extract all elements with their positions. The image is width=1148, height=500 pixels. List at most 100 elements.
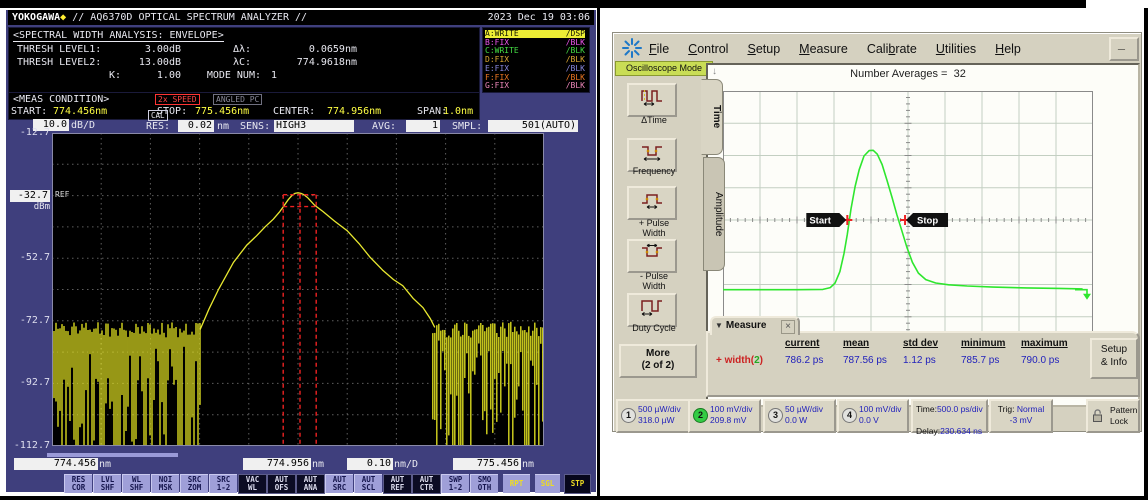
- cal-badge: CAL: [148, 110, 168, 121]
- trace-mode: /BLK: [565, 63, 585, 73]
- minus-pulse-width-icon: [642, 243, 662, 257]
- timebase-button[interactable]: Time:500.0 ps/div Delay:230.634 ns: [911, 399, 988, 436]
- softkey-aut-scl[interactable]: AUT SCL: [354, 474, 382, 493]
- softkey-sgl[interactable]: SGL: [535, 474, 560, 493]
- screenshot-canvas: YOKOGAWA◆ // AQ6370D OPTICAL SPECTRUM AN…: [0, 0, 1148, 500]
- channel-scale-readout: 500 µW/div 318.0 µW: [638, 404, 681, 425]
- measure-col-header: current: [785, 338, 820, 349]
- softkey-aut-ofs[interactable]: AUT OFS: [267, 474, 296, 494]
- duty-cycle-icon: [641, 300, 662, 316]
- width-measurement-label: + width(2): [716, 355, 763, 366]
- delay-label: Delay:: [916, 426, 941, 436]
- softkey-stp[interactable]: STP: [564, 474, 591, 494]
- pattern-lock-button[interactable]: Pattern Lock: [1086, 399, 1140, 433]
- softkey-vac-wl[interactable]: VAC WL: [238, 474, 267, 494]
- channel-number-badge: 1: [621, 408, 636, 423]
- span-value: 1.0nm: [443, 106, 474, 117]
- softkey-src-1-2[interactable]: SRC 1-2: [209, 474, 237, 493]
- close-icon[interactable]: ×: [781, 320, 795, 334]
- stop-value: 775.456nm: [195, 106, 250, 117]
- oscilloscope-mode-label: Oscilloscope Mode: [615, 61, 713, 76]
- measure-value: 786.2 ps: [785, 355, 824, 366]
- toolbar-button-plus-pulse-width[interactable]: [627, 186, 677, 220]
- x-center-field: 774.956: [243, 458, 311, 470]
- menu-calibrate[interactable]: Calibrate: [867, 42, 917, 56]
- channel-1-button[interactable]: 1 500 µW/div 318.0 µW: [616, 399, 690, 433]
- toolbar-button-delta-time[interactable]: [627, 83, 677, 117]
- measure-panel: + width(2) current mean std dev minimum maxi…: [706, 331, 1140, 397]
- start-value: 774.456nm: [53, 106, 108, 117]
- meas-condition-panel: <MEAS CONDITION> 2x SPEED ANGLED PC STAR…: [8, 92, 480, 120]
- osa-title-bar: YOKOGAWA◆ // AQ6370D OPTICAL SPECTRUM AN…: [8, 10, 594, 25]
- measure-value: 787.56 ps: [843, 355, 887, 366]
- measure-tab[interactable]: ▼ Measure ×: [710, 316, 800, 335]
- x-start-unit: nm: [99, 459, 112, 470]
- trace-status-g[interactable]: G:FIX/BLK: [485, 82, 585, 90]
- trig-label: Trig:: [997, 404, 1015, 414]
- toolbar-label: ΔTime: [641, 115, 667, 125]
- softkey-aut-ctr[interactable]: AUT CTR: [412, 474, 441, 494]
- panel-divider: [597, 8, 600, 496]
- softkey-res-cor[interactable]: RES COR: [64, 474, 92, 493]
- center-value: 774.956nm: [327, 106, 382, 117]
- agilent-spark-icon: [621, 37, 643, 62]
- measure-value: 785.7 ps: [961, 355, 1000, 366]
- menu-help[interactable]: Help: [995, 42, 1021, 56]
- toolbar-button-minus-pulse-width[interactable]: [627, 239, 677, 273]
- x-stop-unit: nm: [522, 459, 535, 470]
- smpl-label: SMPL:: [452, 121, 483, 132]
- toolbar-label: - Pulse Width: [639, 271, 668, 291]
- toolbar-button-duty-cycle[interactable]: [627, 293, 677, 327]
- center-label: CENTER:: [273, 106, 316, 117]
- start-label: START:: [11, 106, 48, 117]
- frequency-icon: [642, 146, 662, 161]
- softkey-noi-msk[interactable]: NOI MSK: [151, 474, 179, 493]
- channel-3-button[interactable]: 3 50 µW/div 0.0 W: [763, 399, 836, 433]
- scope-graticule[interactable]: Start Stop: [723, 91, 1093, 349]
- setup-info-button[interactable]: Setup & Info: [1090, 338, 1138, 379]
- avg-field: 1: [406, 120, 440, 132]
- trigger-position-arrow-icon: ↓: [712, 66, 717, 77]
- toolbar-label: Duty Cycle: [632, 323, 676, 333]
- analysis-header: <SPECTRAL WIDTH ANALYSIS: ENVELOPE>: [13, 30, 224, 42]
- frame-right-bar: [1144, 8, 1148, 496]
- menu-file[interactable]: File: [649, 42, 669, 56]
- lambda-c-value: 774.9618nm: [296, 57, 357, 68]
- frame-top-bar: [0, 0, 1086, 8]
- trig-level-value: -3 mV: [1009, 415, 1033, 425]
- softkey-aut-ana[interactable]: AUT ANA: [296, 474, 325, 494]
- softkey-aut-ref[interactable]: AUT REF: [383, 474, 412, 494]
- softkey-wl-shf[interactable]: WL SHF: [122, 474, 150, 493]
- softkey-aut-src[interactable]: AUT SRC: [325, 474, 353, 493]
- menu-utilities[interactable]: Utilities: [936, 42, 976, 56]
- measure-tab-label: Measure: [725, 320, 767, 331]
- tab-amplitude[interactable]: Amplitude: [703, 157, 725, 271]
- delta-lambda-label: Δλ:: [232, 44, 251, 55]
- softkey-src-zom[interactable]: SRC ZOM: [180, 474, 208, 493]
- horizontal-scroll-indicator[interactable]: [47, 453, 178, 457]
- minimize-button[interactable]: _: [1109, 37, 1139, 61]
- menu-control[interactable]: Control: [688, 42, 728, 56]
- softkey-swp-1-2[interactable]: SWP 1-2: [441, 474, 469, 493]
- softkey-smo-oth[interactable]: SMO OTH: [470, 474, 498, 493]
- measure-value: 790.0 ps: [1021, 355, 1060, 366]
- avg-label: AVG:: [372, 121, 397, 132]
- channel-number-badge: 4: [842, 408, 857, 423]
- x-stop-field: 775.456: [453, 458, 521, 470]
- x-scale-field: 0.10: [347, 458, 393, 470]
- lambda-c-label: λC:: [232, 57, 251, 68]
- more-button[interactable]: More (2 of 2): [619, 344, 697, 378]
- thresh-level2-label: THRESH LEVEL2:: [17, 57, 102, 68]
- softkey-lvl-shf[interactable]: LVL SHF: [93, 474, 121, 493]
- tab-time[interactable]: Time: [701, 79, 723, 155]
- softkey-rpt[interactable]: RPT: [503, 474, 530, 493]
- channel-scale-readout: 50 µW/div 0.0 W: [785, 404, 823, 425]
- menu-measure[interactable]: Measure: [799, 42, 848, 56]
- channel-2-button[interactable]: 2 100 mV/div 209.8 mV: [688, 399, 761, 433]
- menu-setup[interactable]: Setup: [747, 42, 780, 56]
- trigger-button[interactable]: Trig: Normal -3 mV: [989, 399, 1053, 433]
- channel-4-button[interactable]: 4 100 mV/div 0.0 V: [837, 399, 909, 433]
- channel-number-badge: 2: [693, 408, 708, 423]
- speed-badge: 2x SPEED: [155, 94, 200, 105]
- level-scale-unit: dB/D: [71, 120, 96, 131]
